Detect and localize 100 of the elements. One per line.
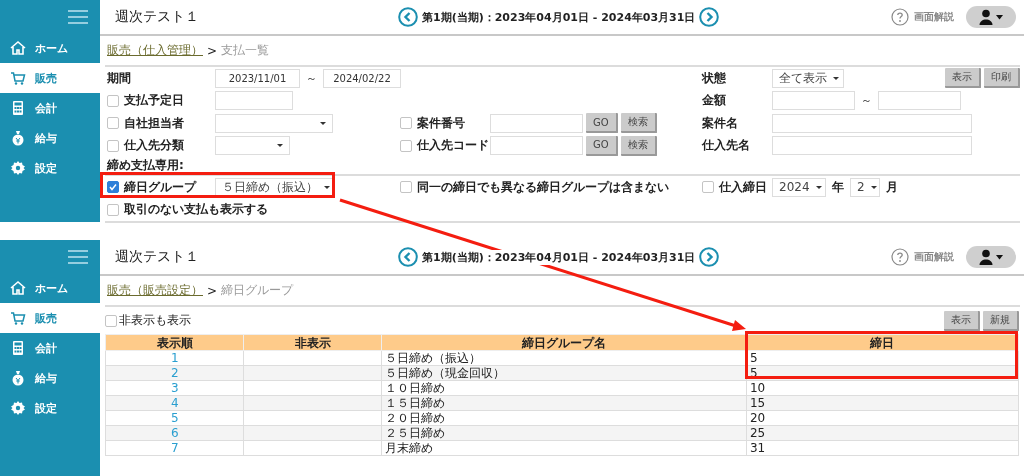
button[interactable]: GO	[586, 113, 618, 134]
column-header[interactable]: 表示順	[105, 334, 244, 351]
home-icon	[10, 40, 26, 56]
dropdown[interactable]: 2024	[772, 177, 826, 197]
nav-item[interactable]: 会計	[0, 93, 100, 123]
home-icon	[10, 280, 26, 296]
caret-icon	[815, 185, 822, 189]
button[interactable]: 検索	[620, 135, 657, 156]
nav-item[interactable]: ホーム	[0, 273, 100, 303]
checkbox[interactable]	[702, 181, 714, 194]
checkbox[interactable]	[400, 181, 412, 194]
dropdown[interactable]	[215, 136, 290, 156]
column-header[interactable]: 非表示	[244, 334, 382, 351]
breadcrumb-separator: >	[207, 283, 218, 298]
gear-icon	[10, 160, 26, 176]
caret-icon	[870, 185, 877, 189]
field-label: 締日グループ	[124, 178, 196, 196]
breadcrumb-link[interactable]: 販売（販売設定）	[107, 282, 203, 299]
fiscal-period: 第1期(当期)：2023年04月01日 - 2024年03月31日	[422, 249, 696, 265]
field-label: 仕入先分類	[124, 137, 184, 155]
help-icon[interactable]	[891, 248, 909, 266]
column-header[interactable]: 締日	[746, 334, 1019, 351]
user-menu-button[interactable]	[966, 6, 1016, 28]
nav-item[interactable]: 会計	[0, 333, 100, 363]
range-separator: ～	[306, 70, 317, 86]
input-field[interactable]	[490, 113, 583, 133]
input-field[interactable]	[215, 91, 293, 111]
previous-period-icon[interactable]	[398, 7, 418, 27]
next-period-icon[interactable]	[699, 247, 720, 267]
dropdown[interactable]: 全て表示	[772, 68, 844, 88]
button[interactable]: 表示	[945, 68, 981, 89]
table-cell: 5	[746, 350, 1019, 366]
checkbox[interactable]	[107, 139, 119, 152]
button[interactable]: 表示	[944, 310, 980, 331]
page-title: 週次テスト１	[114, 248, 200, 266]
previous-period-icon[interactable]	[398, 247, 418, 267]
checkbox[interactable]	[105, 314, 117, 327]
input-field[interactable]: 2024/02/22	[323, 68, 401, 88]
help-icon[interactable]	[891, 8, 909, 26]
input-field[interactable]	[878, 91, 961, 111]
cart-icon	[10, 70, 26, 86]
button[interactable]: 検索	[620, 113, 657, 134]
checkbox[interactable]	[400, 117, 412, 130]
caret-icon	[324, 185, 330, 189]
year-unit: 年	[832, 178, 844, 196]
range-separator: ～	[861, 93, 872, 109]
field-label: 金額	[702, 92, 726, 110]
user-icon	[978, 249, 1004, 265]
nav-item[interactable]: 設定	[0, 393, 100, 423]
dropdown[interactable]: 2	[850, 177, 880, 197]
help-link[interactable]: 画面解説	[914, 250, 954, 264]
caret-icon	[833, 76, 839, 80]
caret-icon	[320, 121, 326, 125]
checkbox[interactable]	[107, 117, 119, 130]
button[interactable]: 印刷	[984, 68, 1020, 89]
table-cell: 10	[746, 380, 1019, 396]
next-period-icon[interactable]	[699, 7, 720, 27]
checkbox[interactable]	[107, 203, 119, 216]
page-title: 週次テスト１	[114, 8, 200, 26]
column-header[interactable]: 締日グループ名	[381, 334, 747, 351]
button[interactable]: 新規	[983, 310, 1019, 331]
table-cell: ２０日締め	[381, 410, 747, 426]
input-field[interactable]: 2023/11/01	[215, 68, 300, 88]
checkbox-label: 非表示も表示	[119, 312, 191, 329]
month-unit: 月	[886, 178, 898, 196]
table-cell: 31	[746, 440, 1019, 456]
money-bag-icon	[10, 370, 26, 386]
input-field[interactable]	[772, 113, 972, 133]
input-field[interactable]	[772, 91, 855, 111]
field-label: 自社担当者	[124, 114, 184, 132]
table-cell: 20	[746, 410, 1019, 426]
checkbox[interactable]	[107, 94, 119, 107]
fiscal-period: 第1期(当期)：2023年04月01日 - 2024年03月31日	[422, 9, 696, 25]
input-field[interactable]	[772, 136, 972, 156]
gear-icon	[10, 400, 26, 416]
money-bag-icon	[10, 130, 26, 146]
nav-item[interactable]: ホーム	[0, 33, 100, 63]
field-label: 仕入先コード	[417, 137, 489, 155]
nav-item[interactable]: 販売	[0, 303, 100, 333]
checkbox[interactable]	[107, 181, 119, 194]
caret-icon	[277, 144, 283, 148]
button[interactable]: GO	[586, 135, 618, 156]
menu-icon[interactable]	[68, 9, 88, 24]
field-label: 案件番号	[417, 114, 465, 132]
breadcrumb-link[interactable]: 販売（仕入管理）	[107, 42, 203, 59]
menu-icon[interactable]	[68, 249, 88, 264]
checkbox[interactable]	[400, 139, 412, 152]
nav-item[interactable]: 給与	[0, 123, 100, 153]
nav-item[interactable]: 設定	[0, 153, 100, 183]
nav-item[interactable]: 販売	[0, 63, 100, 93]
calculator-icon	[10, 100, 26, 116]
user-menu-button[interactable]	[966, 246, 1016, 268]
help-link[interactable]: 画面解説	[914, 10, 954, 24]
breadcrumb-current: 支払一覧	[221, 42, 270, 59]
input-field[interactable]	[490, 136, 583, 156]
nav-item[interactable]: 給与	[0, 363, 100, 393]
field-label: 状態	[702, 69, 726, 87]
field-label: 案件名	[702, 114, 738, 132]
dropdown[interactable]	[215, 113, 333, 133]
user-icon	[978, 9, 1004, 25]
